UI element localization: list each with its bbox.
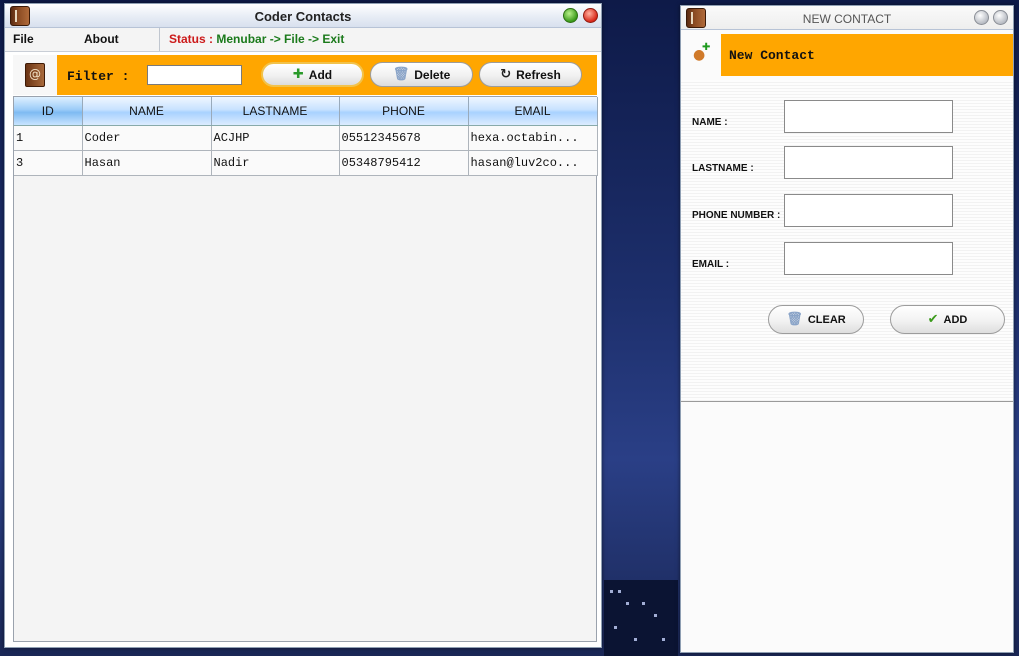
add-contact-button-label: ADD bbox=[943, 313, 968, 326]
filter-label: Filter : bbox=[67, 69, 130, 84]
clear-button-label: CLEAR bbox=[807, 313, 846, 326]
delete-button-label: Delete bbox=[414, 67, 451, 82]
new-contact-window-title: NEW CONTACT bbox=[802, 12, 892, 26]
menu-file[interactable]: File bbox=[13, 32, 34, 46]
new-contact-header: ● ✚ New Contact bbox=[681, 34, 1013, 76]
cell-name[interactable]: Coder bbox=[82, 125, 212, 151]
table-header-row: ID NAME LASTNAME PHONE EMAIL bbox=[14, 97, 598, 126]
email-label: EMAIL : bbox=[692, 259, 730, 270]
window-title: Coder Contacts bbox=[254, 9, 352, 24]
menu-about[interactable]: About bbox=[84, 32, 119, 46]
new-contact-form: NAME : LASTNAME : PHONE NUMBER : EMAIL :… bbox=[681, 80, 1013, 402]
cell-phone[interactable]: 05348795412 bbox=[339, 150, 469, 176]
plus-icon: ✚ bbox=[702, 42, 711, 53]
new-contact-heading: New Contact bbox=[729, 48, 815, 63]
status-label: Status : bbox=[169, 32, 214, 46]
add-button[interactable]: ✚ Add bbox=[261, 62, 364, 87]
column-header-email[interactable]: EMAIL bbox=[468, 97, 598, 126]
add-button-label: Add bbox=[308, 67, 333, 82]
toolbar: Filter : ✚ Add 🗑 Delete ↻ Refresh bbox=[13, 55, 597, 95]
status-value: Menubar -> File -> Exit bbox=[216, 32, 345, 46]
name-label: NAME : bbox=[692, 117, 728, 128]
delete-button[interactable]: 🗑 Delete bbox=[370, 62, 473, 87]
refresh-button-label: Refresh bbox=[516, 67, 561, 82]
cell-phone[interactable]: 05512345678 bbox=[339, 125, 469, 151]
phone-number-field[interactable] bbox=[784, 194, 953, 227]
column-header-phone[interactable]: PHONE bbox=[339, 97, 469, 126]
trash-icon: 🗑 bbox=[392, 67, 410, 82]
table-row[interactable]: 1 Coder ACJHP 05512345678 hexa.octabin..… bbox=[14, 125, 598, 151]
main-titlebar[interactable]: Coder Contacts bbox=[5, 4, 601, 28]
new-contact-titlebar[interactable]: NEW CONTACT bbox=[681, 6, 1013, 30]
column-header-id[interactable]: ID bbox=[14, 97, 83, 126]
filter-input[interactable] bbox=[147, 65, 242, 85]
coder-contacts-window: Coder Contacts File About Status : Menub… bbox=[4, 3, 602, 648]
table-row[interactable]: 3 Hasan Nadir 05348795412 hasan@luv2co..… bbox=[14, 150, 598, 176]
menu-divider bbox=[159, 28, 160, 51]
maximize-button[interactable] bbox=[974, 10, 989, 25]
close-button[interactable] bbox=[583, 8, 598, 23]
filter-bar: Filter : ✚ Add 🗑 Delete ↻ Refresh bbox=[57, 55, 597, 95]
lastname-field[interactable] bbox=[784, 146, 953, 179]
cell-email[interactable]: hasan@luv2co... bbox=[468, 150, 598, 176]
add-contact-button[interactable]: ✔ ADD bbox=[890, 305, 1005, 334]
status-text: Status : Menubar -> File -> Exit bbox=[169, 32, 344, 46]
checkmark-icon: ✔ bbox=[927, 312, 939, 327]
column-header-name[interactable]: NAME bbox=[82, 97, 212, 126]
cell-lastname[interactable]: Nadir bbox=[211, 150, 340, 176]
close-button[interactable] bbox=[993, 10, 1008, 25]
cell-lastname[interactable]: ACJHP bbox=[211, 125, 340, 151]
column-header-lastname[interactable]: LASTNAME bbox=[211, 97, 340, 126]
add-user-icon: ✚ bbox=[292, 67, 304, 82]
cell-id[interactable]: 3 bbox=[14, 150, 83, 176]
trash-icon: 🗑 bbox=[786, 312, 803, 327]
phone-number-label: PHONE NUMBER : bbox=[692, 210, 781, 221]
email-field[interactable] bbox=[784, 242, 953, 275]
refresh-button[interactable]: ↻ Refresh bbox=[479, 62, 582, 87]
city-building bbox=[604, 580, 678, 656]
name-field[interactable] bbox=[784, 100, 953, 133]
contacts-table: ID NAME LASTNAME PHONE EMAIL 1 Coder ACJ… bbox=[14, 97, 598, 176]
clear-button[interactable]: 🗑 CLEAR bbox=[768, 305, 864, 334]
lastname-label: LASTNAME : bbox=[692, 163, 754, 174]
cell-id[interactable]: 1 bbox=[14, 125, 83, 151]
cell-email[interactable]: hexa.octabin... bbox=[468, 125, 598, 151]
cell-name[interactable]: Hasan bbox=[82, 150, 212, 176]
address-book-icon bbox=[25, 63, 45, 87]
refresh-icon: ↻ bbox=[500, 67, 512, 82]
maximize-button[interactable] bbox=[563, 8, 578, 23]
menubar: File About Status : Menubar -> File -> E… bbox=[5, 28, 601, 52]
contacts-table-area[interactable]: ID NAME LASTNAME PHONE EMAIL 1 Coder ACJ… bbox=[13, 96, 598, 642]
new-contact-window: NEW CONTACT ● ✚ New Contact NAME : LASTN… bbox=[680, 5, 1014, 653]
